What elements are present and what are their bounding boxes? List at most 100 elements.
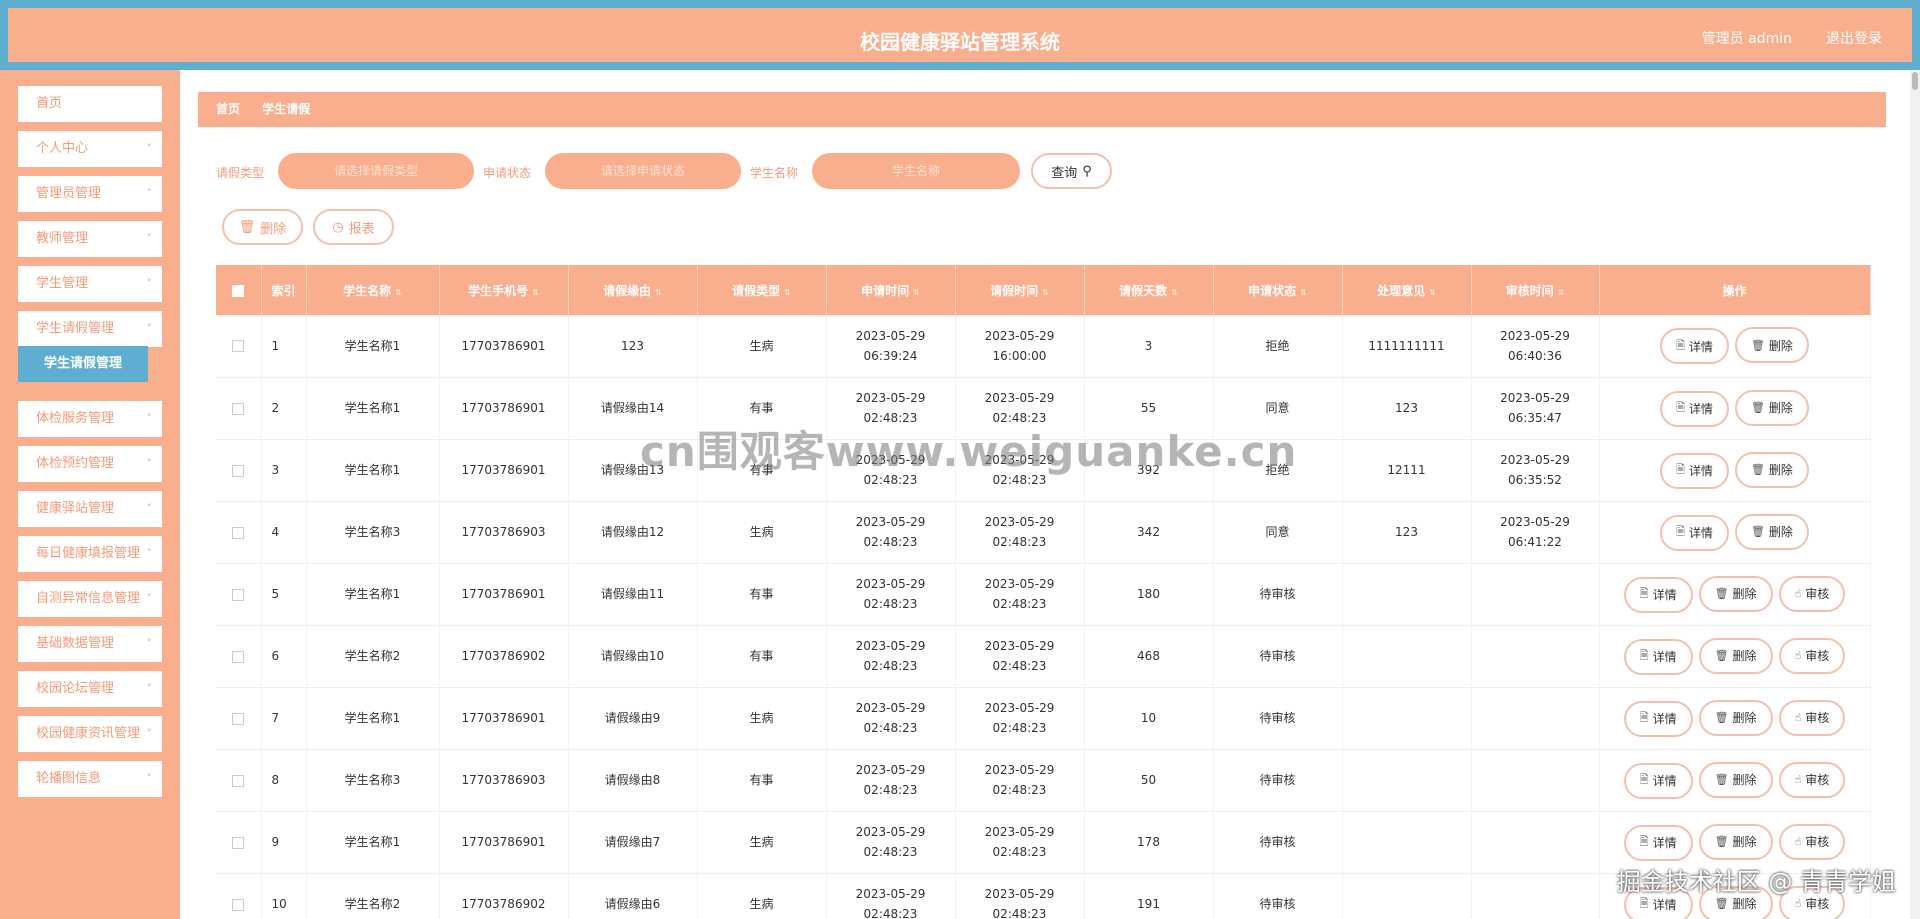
delete-button[interactable]: 🗑 删除 [1698,637,1773,674]
column-header[interactable]: 索引 [261,265,307,315]
delete-button[interactable]: 🗑 删除 [1698,761,1773,798]
detail-button[interactable]: 🗎 详情 [1623,576,1693,613]
row-select-cell[interactable] [216,439,262,502]
review-button[interactable]: ☝ 审核 [1778,885,1846,919]
sort-icon[interactable]: ⇅ [1558,288,1565,297]
sort-icon[interactable]: ⇅ [784,288,791,297]
row-checkbox[interactable] [232,402,245,415]
sidebar-subitem-active[interactable]: 学生请假管理 [18,346,148,382]
row-checkbox[interactable] [232,898,245,911]
table-row[interactable]: 3 学生名称1 17703786901 请假缘由13 有事 2023-05-29 02:4… [216,439,1871,502]
table-row[interactable]: 4 学生名称3 17703786903 请假缘由12 生病 2023-05-29 02:4… [216,501,1871,564]
sort-icon[interactable]: ⇅ [1042,288,1049,297]
scrollbar-thumb[interactable] [1912,72,1918,90]
table-row[interactable]: 7 学生名称1 17703786901 请假缘由9 生病 2023-05-29 02:48… [216,687,1871,750]
row-checkbox[interactable] [232,836,245,849]
sidebar-item[interactable]: 基础数据管理 ˅ [18,626,162,662]
sidebar-item[interactable]: 体检预约管理 ˅ [18,446,162,482]
sidebar-item[interactable]: 体检服务管理 ˅ [18,401,162,437]
column-header[interactable]: 审核时间 ⇅ [1471,265,1600,315]
logout-link[interactable]: 退出登录 [1826,28,1882,48]
column-header[interactable]: 学生手机号 ⇅ [439,265,569,315]
table-row[interactable]: 1 学生名称1 17703786901 123 生病 2023-05-29 06:39:2… [216,315,1871,378]
detail-button[interactable]: 🗎 详情 [1660,514,1729,551]
detail-button[interactable]: 🗎 详情 [1623,824,1693,861]
delete-button[interactable]: 🗑 删除 [1698,823,1773,860]
column-header[interactable]: 请假天数 ⇅ [1084,265,1214,315]
row-checkbox[interactable] [232,526,245,539]
bulk-delete-button[interactable]: 🗑 删除 [222,209,303,245]
sidebar-item[interactable]: 自测异常信息管理 ˅ [18,581,162,617]
leave-type-select[interactable] [278,153,474,189]
sidebar-item[interactable]: 学生管理 ˅ [18,266,162,302]
column-header[interactable]: 学生名称 ⇅ [306,265,440,315]
row-select-cell[interactable] [216,315,262,378]
column-header[interactable]: 请假类型 ⇅ [697,265,827,315]
delete-button[interactable]: 🗑 删除 [1698,699,1773,736]
select-all-cell[interactable] [216,265,262,315]
sidebar-item[interactable]: 教师管理 ˅ [18,221,162,257]
review-button[interactable]: ☝ 审核 [1778,699,1846,736]
row-select-cell[interactable] [216,501,262,564]
sidebar-item[interactable]: 校园论坛管理 ˅ [18,671,162,707]
table-row[interactable]: 10 学生名称2 17703786902 请假缘由6 生病 2023-05-29 02:4… [216,873,1871,919]
delete-button[interactable]: 🗑 删除 [1734,389,1809,426]
table-row[interactable]: 9 学生名称1 17703786901 请假缘由7 生病 2023-05-29 02:48… [216,811,1871,874]
table-row[interactable]: 2 学生名称1 17703786901 请假缘由14 有事 2023-05-29 02:4… [216,377,1871,440]
row-select-cell[interactable] [216,687,262,750]
column-header[interactable]: 申请时间 ⇅ [826,265,956,315]
detail-button[interactable]: 🗎 详情 [1660,390,1729,427]
table-row[interactable]: 5 学生名称1 17703786901 请假缘由11 有事 2023-05-29 02:4… [216,563,1871,626]
detail-button[interactable]: 🗎 详情 [1623,638,1693,675]
sort-icon[interactable]: ⇅ [532,288,539,297]
row-checkbox[interactable] [232,340,245,353]
sidebar-item[interactable]: 首页 [18,86,162,122]
sort-icon[interactable]: ⇅ [1171,288,1178,297]
sidebar-item[interactable]: 校园健康资讯管理 ˅ [18,716,162,752]
row-checkbox[interactable] [232,464,245,477]
row-checkbox[interactable] [232,650,245,663]
row-select-cell[interactable] [216,563,262,626]
detail-button[interactable]: 🗎 详情 [1660,452,1729,489]
row-checkbox[interactable] [232,712,245,725]
sidebar-item[interactable]: 管理员管理 ˅ [18,176,162,212]
delete-button[interactable]: 🗑 删除 [1734,451,1809,488]
table-row[interactable]: 6 学生名称2 17703786902 请假缘由10 有事 2023-05-29 02:4… [216,625,1871,688]
row-checkbox[interactable] [232,774,245,787]
row-select-cell[interactable] [216,811,262,874]
row-select-cell[interactable] [216,625,262,688]
report-button[interactable]: ◷ 报表 [313,209,394,245]
sort-icon[interactable]: ⇅ [655,288,662,297]
detail-button[interactable]: 🗎 详情 [1623,886,1693,919]
breadcrumb-home[interactable]: 首页 [216,102,240,116]
delete-button[interactable]: 🗑 删除 [1734,513,1809,550]
row-checkbox[interactable] [232,588,245,601]
review-button[interactable]: ☝ 审核 [1778,575,1846,612]
detail-button[interactable]: 🗎 详情 [1623,700,1693,737]
select-all-checkbox[interactable] [232,284,245,297]
detail-button[interactable]: 🗎 详情 [1660,328,1729,365]
row-select-cell[interactable] [216,377,262,440]
delete-button[interactable]: 🗑 删除 [1734,327,1809,364]
review-button[interactable]: ☝ 审核 [1778,637,1846,674]
column-header[interactable]: 处理意见 ⇅ [1342,265,1472,315]
detail-button[interactable]: 🗎 详情 [1623,762,1693,799]
review-button[interactable]: ☝ 审核 [1778,761,1846,798]
sidebar-item[interactable]: 健康驿站管理 ˅ [18,491,162,527]
sidebar-item[interactable]: 个人中心 ˅ [18,131,162,167]
student-name-input[interactable] [812,153,1020,189]
table-row[interactable]: 8 学生名称3 17703786903 请假缘由8 有事 2023-05-29 02:48… [216,749,1871,812]
status-select[interactable] [545,153,741,189]
row-select-cell[interactable] [216,873,262,919]
sort-icon[interactable]: ⇅ [913,288,920,297]
review-button[interactable]: ☝ 审核 [1778,823,1846,860]
delete-button[interactable]: 🗑 删除 [1698,885,1773,919]
sort-icon[interactable]: ⇅ [1429,288,1436,297]
sidebar-item[interactable]: 轮播图信息 ˅ [18,761,162,797]
sort-icon[interactable]: ⇅ [1300,288,1307,297]
column-header[interactable]: 操作 [1599,265,1871,315]
query-button[interactable]: 查询 ⚲ [1031,153,1112,189]
column-header[interactable]: 请假缘由 ⇅ [568,265,698,315]
sidebar-item[interactable]: 学生请假管理 ˅ [18,311,162,347]
column-header[interactable]: 申请状态 ⇅ [1213,265,1343,315]
